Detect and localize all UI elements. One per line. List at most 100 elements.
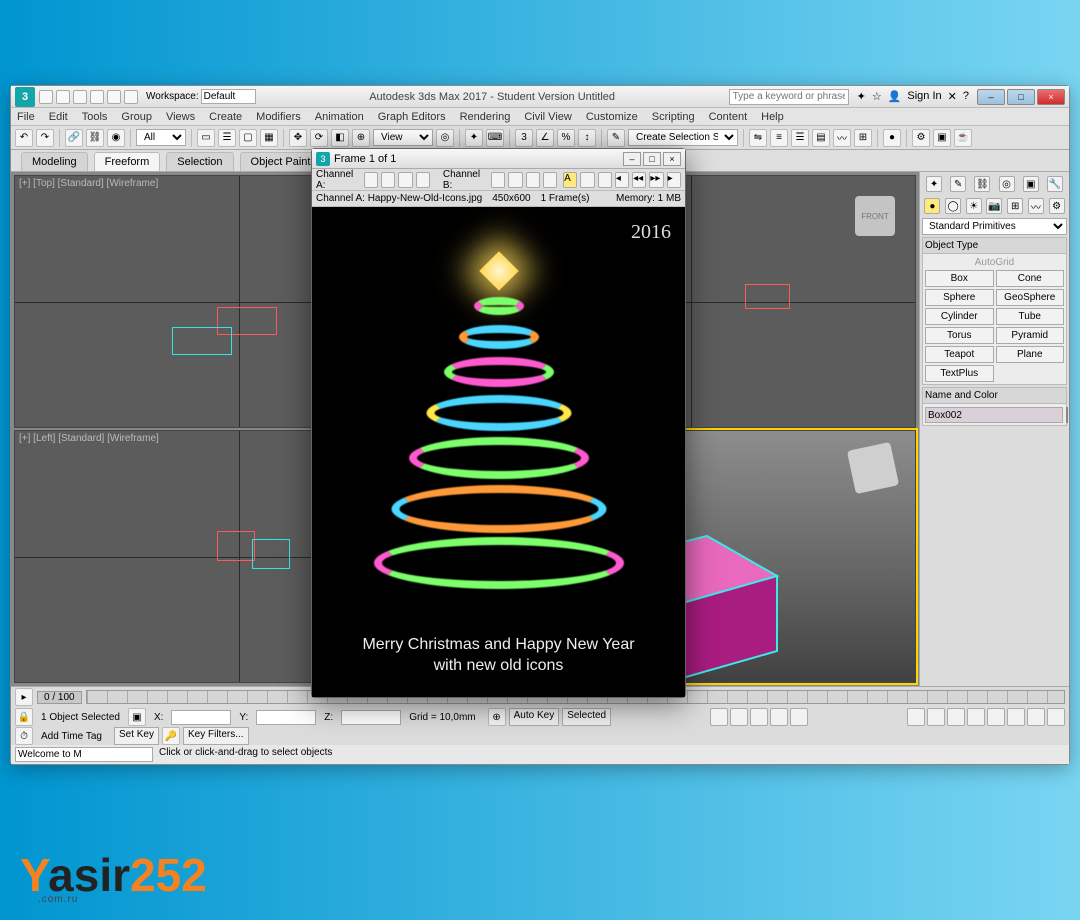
selection-set-combo[interactable]: Create Selection Se <box>628 129 738 146</box>
autokey-button[interactable]: Auto Key <box>509 708 560 726</box>
ram-a-toggle[interactable]: A <box>563 172 577 188</box>
menu-tools[interactable]: Tools <box>82 111 108 123</box>
close-button[interactable]: × <box>1037 89 1065 105</box>
type-plane[interactable]: Plane <box>996 346 1065 363</box>
menu-animation[interactable]: Animation <box>315 111 364 123</box>
align-icon[interactable]: ≡ <box>770 129 788 147</box>
ram-close-button[interactable]: × <box>663 152 681 166</box>
menu-create[interactable]: Create <box>209 111 242 123</box>
timeline-play-icon[interactable]: ▸ <box>15 688 33 706</box>
ram-open-a-icon[interactable] <box>364 172 378 188</box>
object-name-input[interactable] <box>925 407 1063 423</box>
max-toggle-icon[interactable] <box>1047 708 1065 726</box>
link-icon[interactable]: 🔗 <box>65 129 83 147</box>
help-icon[interactable]: ? <box>963 90 969 103</box>
time-tag-icon[interactable]: ⏱ <box>15 727 33 745</box>
tab-objectpaint[interactable]: Object Paint <box>240 152 322 171</box>
user-icon[interactable]: 👤 <box>888 90 902 103</box>
setkey-button[interactable]: Set Key <box>114 727 159 745</box>
zoom-icon[interactable] <box>947 708 965 726</box>
type-geosphere[interactable]: GeoSphere <box>996 289 1065 306</box>
manip-icon[interactable]: ✦ <box>465 129 483 147</box>
type-cylinder[interactable]: Cylinder <box>925 308 994 325</box>
min-max-icon[interactable] <box>1027 708 1045 726</box>
type-teapot[interactable]: Teapot <box>925 346 994 363</box>
star-icon[interactable]: ☆ <box>872 90 882 103</box>
utilities-tab-icon[interactable]: 🔧 <box>1047 176 1063 192</box>
maximize-button[interactable]: □ <box>1007 89 1035 105</box>
sel-filter-combo[interactable]: All <box>136 129 186 146</box>
ram-next-icon[interactable]: ▸ <box>667 172 681 188</box>
menu-civil[interactable]: Civil View <box>524 111 571 123</box>
ram-max-button[interactable]: □ <box>643 152 661 166</box>
zoom-region-icon[interactable] <box>1007 708 1025 726</box>
sign-in-link[interactable]: Sign In <box>907 90 941 103</box>
primitive-category-combo[interactable]: Standard Primitives <box>922 218 1067 235</box>
fov-icon[interactable] <box>987 708 1005 726</box>
selected-button[interactable]: Selected <box>562 708 611 726</box>
qat-open-icon[interactable] <box>56 90 70 104</box>
menu-customize[interactable]: Customize <box>586 111 638 123</box>
pan-icon[interactable] <box>907 708 925 726</box>
material-icon[interactable]: ● <box>883 129 901 147</box>
move-icon[interactable]: ✥ <box>289 129 307 147</box>
type-torus[interactable]: Torus <box>925 327 994 344</box>
lock-icon[interactable]: 🔒 <box>15 708 33 726</box>
maxscript-listener[interactable] <box>15 747 153 762</box>
app-logo[interactable]: 3 <box>15 87 35 107</box>
ram-split-h-icon[interactable] <box>580 172 594 188</box>
lights-icon[interactable]: ☀ <box>966 198 982 214</box>
play-icon[interactable] <box>750 708 768 726</box>
rotate-icon[interactable]: ⟳ <box>310 129 328 147</box>
redo-icon[interactable]: ↷ <box>36 129 54 147</box>
unlink-icon[interactable]: ⛓ <box>86 129 104 147</box>
viewport-label[interactable]: [+] [Left] [Standard] [Wireframe] <box>19 433 159 444</box>
viewport-label[interactable]: [+] [Top] [Standard] [Wireframe] <box>19 178 158 189</box>
key-filters-button[interactable]: Key Filters... <box>183 727 249 745</box>
geometry-icon[interactable]: ● <box>924 198 940 214</box>
refcoord-combo[interactable]: View <box>373 129 433 146</box>
prev-frame-icon[interactable] <box>730 708 748 726</box>
ribbon-icon[interactable]: ▤ <box>812 129 830 147</box>
infocenter-icon[interactable]: ✦ <box>857 90 866 103</box>
schematic-icon[interactable]: ⊞ <box>854 129 872 147</box>
autogrid-check[interactable]: AutoGrid <box>925 257 1064 268</box>
type-textplus[interactable]: TextPlus <box>925 365 994 382</box>
menu-modifiers[interactable]: Modifiers <box>256 111 301 123</box>
goto-end-icon[interactable] <box>790 708 808 726</box>
spinner-snap-icon[interactable]: ↕ <box>578 129 596 147</box>
x-input[interactable] <box>171 710 231 725</box>
zoom-extents-icon[interactable] <box>967 708 985 726</box>
ram-save-b-icon[interactable] <box>543 172 557 188</box>
menu-file[interactable]: File <box>17 111 35 123</box>
type-box[interactable]: Box <box>925 270 994 287</box>
tab-freeform[interactable]: Freeform <box>94 152 161 171</box>
workspace-combo[interactable] <box>201 89 256 104</box>
hierarchy-tab-icon[interactable]: ⛓ <box>974 176 990 192</box>
viewcube[interactable]: FRONT <box>855 196 895 236</box>
arc-rotate-icon[interactable] <box>927 708 945 726</box>
mirror-icon[interactable]: ⇋ <box>749 129 767 147</box>
minimize-button[interactable]: – <box>977 89 1005 105</box>
pivot-icon[interactable]: ◎ <box>436 129 454 147</box>
goto-start-icon[interactable] <box>710 708 728 726</box>
region-icon[interactable]: ▢ <box>239 129 257 147</box>
menu-group[interactable]: Group <box>121 111 152 123</box>
motion-tab-icon[interactable]: ◎ <box>999 176 1015 192</box>
key-icon[interactable]: 🔑 <box>162 727 180 745</box>
place-icon[interactable]: ⊕ <box>352 129 370 147</box>
helpers-icon[interactable]: ⊞ <box>1007 198 1023 214</box>
keymode-icon[interactable]: ⌨ <box>486 129 504 147</box>
display-tab-icon[interactable]: ▣ <box>1023 176 1039 192</box>
next-frame-icon[interactable] <box>770 708 788 726</box>
exchange-icon[interactable]: ✕ <box>948 90 957 103</box>
type-sphere[interactable]: Sphere <box>925 289 994 306</box>
menu-edit[interactable]: Edit <box>49 111 68 123</box>
type-tube[interactable]: Tube <box>996 308 1065 325</box>
editsel-icon[interactable]: ✎ <box>607 129 625 147</box>
type-cone[interactable]: Cone <box>996 270 1065 287</box>
modify-tab-icon[interactable]: ✎ <box>950 176 966 192</box>
layer-icon[interactable]: ☰ <box>791 129 809 147</box>
scale-icon[interactable]: ◧ <box>331 129 349 147</box>
qat-undo-icon[interactable] <box>90 90 104 104</box>
